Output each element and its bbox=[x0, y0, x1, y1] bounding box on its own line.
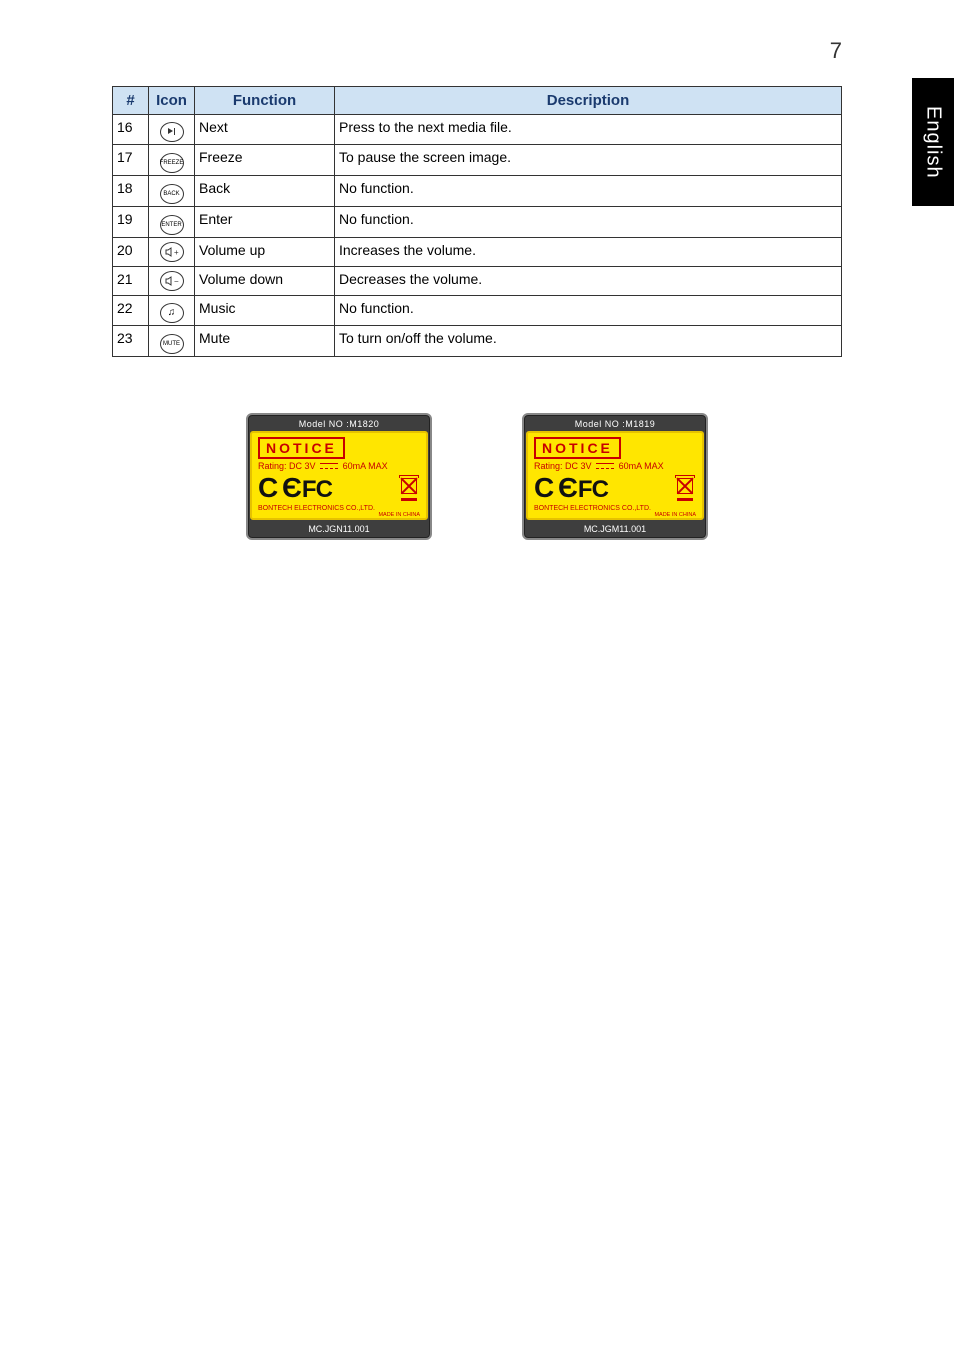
cell-icon: MUTE bbox=[149, 325, 195, 356]
cell-func: Enter bbox=[195, 207, 335, 238]
cell-icon: BACK bbox=[149, 176, 195, 207]
cell-func: Volume down bbox=[195, 266, 335, 295]
function-table: # Icon Function Description 16 Next Pres… bbox=[112, 86, 842, 357]
header-num: # bbox=[113, 87, 149, 115]
fc-mark-icon: FC bbox=[302, 478, 332, 502]
part-code-strip: MC.JGN11.001 bbox=[250, 522, 428, 536]
cell-desc: To pause the screen image. bbox=[335, 145, 842, 176]
header-desc: Description bbox=[335, 87, 842, 115]
cell-func: Freeze bbox=[195, 145, 335, 176]
cell-icon bbox=[149, 115, 195, 145]
cell-num: 21 bbox=[113, 266, 149, 295]
rating-pre: Rating: DC 3V bbox=[258, 461, 316, 471]
dc-symbol-icon bbox=[596, 462, 614, 470]
page-number: 7 bbox=[830, 38, 842, 64]
cell-desc: No function. bbox=[335, 207, 842, 238]
vol-down-icon: − bbox=[160, 271, 184, 291]
cell-num: 17 bbox=[113, 145, 149, 176]
plate-inner: NOTICE Rating: DC 3V 60mA MAX C Є FC BON… bbox=[250, 431, 428, 521]
model-strip: Model NO :M1819 bbox=[526, 417, 704, 431]
cell-icon: − bbox=[149, 266, 195, 295]
table-row: 19 ENTER Enter No function. bbox=[113, 207, 842, 238]
back-icon: BACK bbox=[160, 184, 184, 204]
svg-text:−: − bbox=[174, 277, 179, 286]
plate-inner: NOTICE Rating: DC 3V 60mA MAX C Є FC BON… bbox=[526, 431, 704, 521]
cell-func: Mute bbox=[195, 325, 335, 356]
enter-icon: ENTER bbox=[160, 215, 184, 235]
compliance-label: Model NO :M1820 NOTICE Rating: DC 3V 60m… bbox=[246, 413, 432, 541]
rating-post: 60mA MAX bbox=[619, 461, 664, 471]
cell-desc: Press to the next media file. bbox=[335, 115, 842, 145]
cell-func: Volume up bbox=[195, 238, 335, 267]
table-row: 20 + Volume up Increases the volume. bbox=[113, 238, 842, 267]
mute-icon: MUTE bbox=[160, 334, 184, 354]
weee-bin-icon bbox=[398, 475, 420, 501]
next-icon bbox=[160, 122, 184, 142]
compliance-labels-row: Model NO :M1820 NOTICE Rating: DC 3V 60m… bbox=[112, 413, 842, 541]
cell-num: 19 bbox=[113, 207, 149, 238]
table-row: 22 ♫ Music No function. bbox=[113, 295, 842, 325]
cell-icon: ♫ bbox=[149, 295, 195, 325]
manufacturer-line: BONTECH ELECTRONICS CO.,LTD. MADE IN CHI… bbox=[252, 505, 426, 519]
notice-badge: NOTICE bbox=[258, 437, 345, 459]
language-tab-label: English bbox=[922, 106, 945, 179]
cell-num: 23 bbox=[113, 325, 149, 356]
freeze-icon: FREEZE bbox=[160, 153, 184, 173]
mfr-name: BONTECH ELECTRONICS CO.,LTD. bbox=[258, 505, 375, 512]
cell-func: Music bbox=[195, 295, 335, 325]
dc-symbol-icon bbox=[320, 462, 338, 470]
music-icon: ♫ bbox=[160, 303, 184, 323]
table-row: 17 FREEZE Freeze To pause the screen ima… bbox=[113, 145, 842, 176]
cell-icon: + bbox=[149, 238, 195, 267]
header-icon: Icon bbox=[149, 87, 195, 115]
svg-text:+: + bbox=[174, 248, 179, 257]
cell-icon: ENTER bbox=[149, 207, 195, 238]
ce-fc-marks: C Є FC bbox=[258, 474, 332, 502]
cell-desc: Decreases the volume. bbox=[335, 266, 842, 295]
cell-num: 20 bbox=[113, 238, 149, 267]
language-tab: English bbox=[912, 78, 954, 206]
table-row: 18 BACK Back No function. bbox=[113, 176, 842, 207]
ce-mark-icon: C Є bbox=[258, 474, 300, 502]
made-in: MADE IN CHINA bbox=[258, 512, 420, 518]
cell-func: Next bbox=[195, 115, 335, 145]
cert-row: C Є FC bbox=[252, 474, 426, 505]
rating-post: 60mA MAX bbox=[343, 461, 388, 471]
ce-mark-icon: C Є bbox=[534, 474, 576, 502]
table-row: 21 − Volume down Decreases the volume. bbox=[113, 266, 842, 295]
main-content: # Icon Function Description 16 Next Pres… bbox=[112, 86, 842, 540]
made-in: MADE IN CHINA bbox=[534, 512, 696, 518]
cell-desc: No function. bbox=[335, 295, 842, 325]
cell-desc: To turn on/off the volume. bbox=[335, 325, 842, 356]
mfr-name: BONTECH ELECTRONICS CO.,LTD. bbox=[534, 505, 651, 512]
part-code-strip: MC.JGM11.001 bbox=[526, 522, 704, 536]
cell-num: 16 bbox=[113, 115, 149, 145]
fc-mark-icon: FC bbox=[578, 478, 608, 502]
vol-up-icon: + bbox=[160, 242, 184, 262]
cell-num: 22 bbox=[113, 295, 149, 325]
rating-pre: Rating: DC 3V bbox=[534, 461, 592, 471]
cell-num: 18 bbox=[113, 176, 149, 207]
table-row: 16 Next Press to the next media file. bbox=[113, 115, 842, 145]
model-strip: Model NO :M1820 bbox=[250, 417, 428, 431]
cell-func: Back bbox=[195, 176, 335, 207]
cell-desc: No function. bbox=[335, 176, 842, 207]
table-row: 23 MUTE Mute To turn on/off the volume. bbox=[113, 325, 842, 356]
cell-icon: FREEZE bbox=[149, 145, 195, 176]
notice-badge: NOTICE bbox=[534, 437, 621, 459]
ce-fc-marks: C Є FC bbox=[534, 474, 608, 502]
weee-bin-icon bbox=[674, 475, 696, 501]
compliance-label: Model NO :M1819 NOTICE Rating: DC 3V 60m… bbox=[522, 413, 708, 541]
cert-row: C Є FC bbox=[528, 474, 702, 505]
cell-desc: Increases the volume. bbox=[335, 238, 842, 267]
header-func: Function bbox=[195, 87, 335, 115]
manufacturer-line: BONTECH ELECTRONICS CO.,LTD. MADE IN CHI… bbox=[528, 505, 702, 519]
